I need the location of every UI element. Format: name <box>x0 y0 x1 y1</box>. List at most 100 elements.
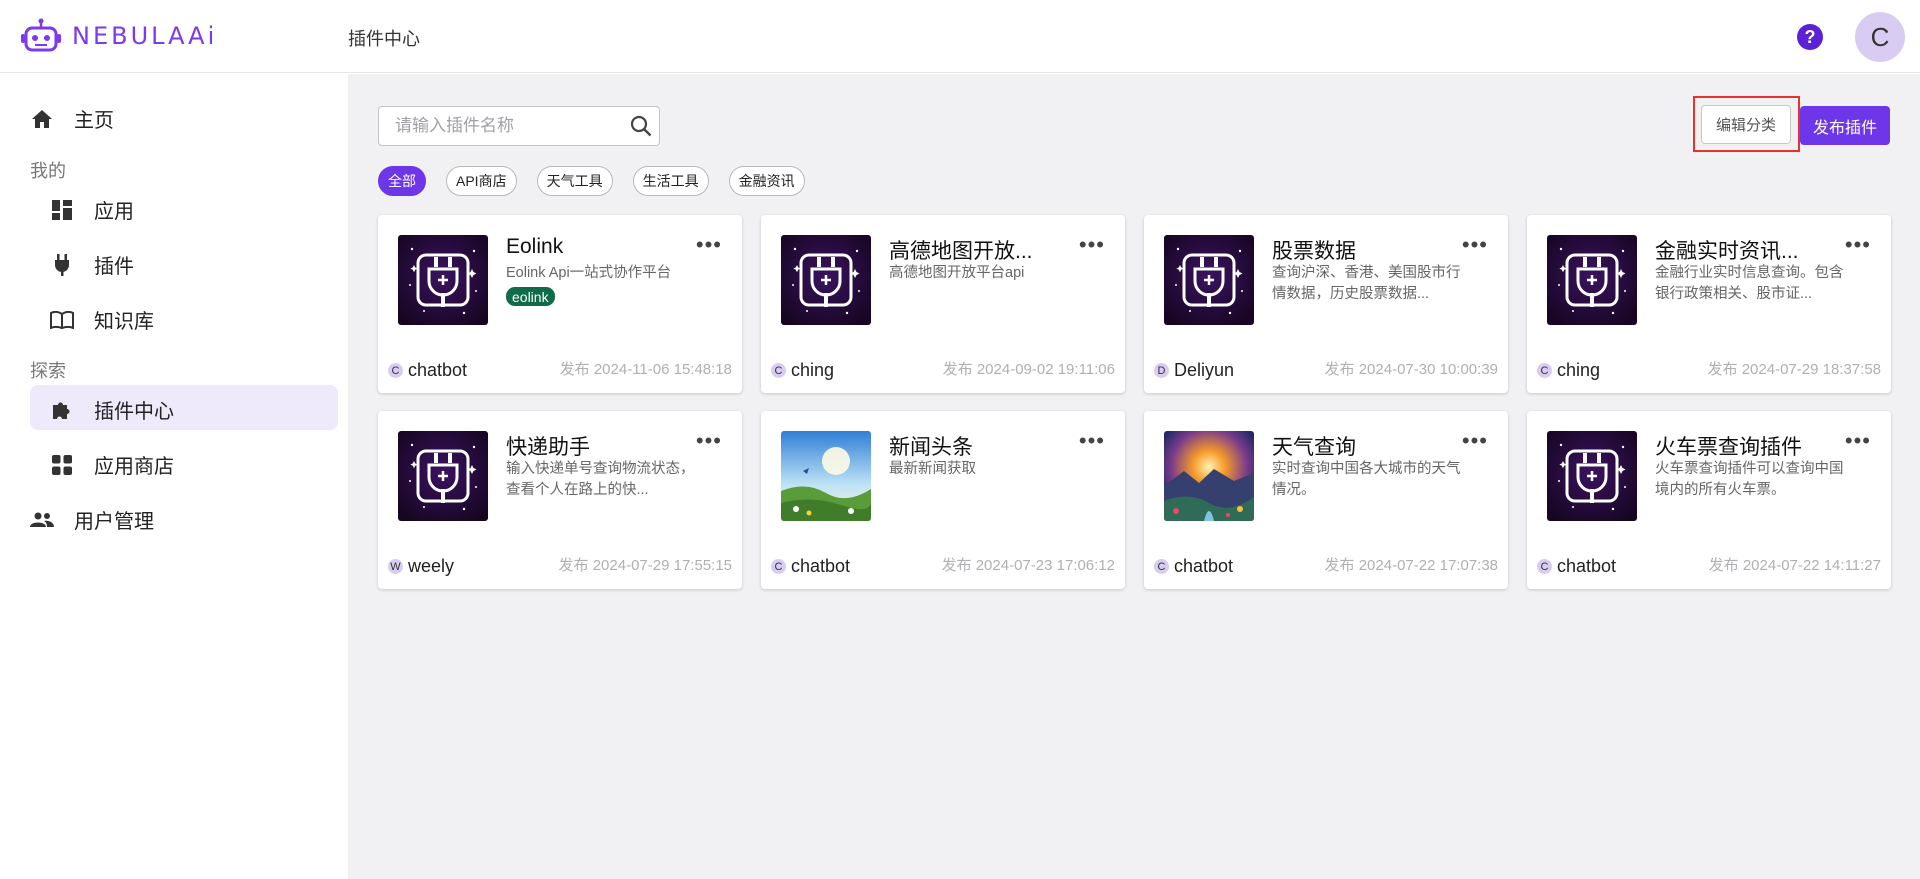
author-avatar: C <box>771 559 786 574</box>
author-avatar: C <box>388 363 403 378</box>
plugin-description: Eolink Api一站式协作平台 <box>506 265 672 281</box>
sidebar-item-label: 应用商店 <box>94 456 174 478</box>
sidebar: 主页 我的 应用 插件 知识库 探索 插件中心 应用商店 用户管理 <box>0 74 348 879</box>
author-avatar: C <box>771 363 786 378</box>
publish-date: 发布 2024-07-23 17:06:12 <box>941 557 1115 574</box>
sidebar-item-app-store[interactable]: 应用商店 <box>50 450 174 479</box>
author-avatar: C <box>1154 559 1169 574</box>
author-name: chatbot <box>408 360 468 380</box>
plugin-author: C chatbot <box>771 556 850 577</box>
logo-text: NEBULAAi <box>72 22 218 50</box>
author-name: weely <box>408 556 455 576</box>
plugin-card[interactable]: 新闻头条 最新新闻获取 ••• C chatbot 发布 2024-07-23 … <box>761 411 1125 589</box>
chip-weather-tools[interactable]: 天气工具 <box>536 166 613 196</box>
publish-date: 发布 2024-07-22 14:11:27 <box>1708 557 1881 574</box>
plugin-description: 输入快递单号查询物流状态，查看个人在路上的快... <box>506 461 695 498</box>
plugin-title: 火车票查询插件 <box>1655 436 1802 459</box>
plugin-author: C chatbot <box>1537 556 1616 577</box>
plugin-thumbnail-image <box>1164 431 1254 521</box>
author-name: ching <box>791 360 835 380</box>
puzzle-icon <box>50 398 74 422</box>
more-options-icon[interactable]: ••• <box>1462 430 1488 452</box>
chip-life-tools[interactable]: 生活工具 <box>632 166 709 196</box>
plugin-thumbnail <box>398 431 488 521</box>
more-options-icon[interactable]: ••• <box>1462 234 1488 256</box>
chip-all[interactable]: 全部 <box>378 166 426 196</box>
page-title: 插件中心 <box>348 29 420 49</box>
sidebar-item-label: 知识库 <box>94 311 154 333</box>
author-avatar: C <box>1537 559 1552 574</box>
more-options-icon[interactable]: ••• <box>1845 234 1871 256</box>
sidebar-item-label: 插件 <box>94 256 134 278</box>
plugin-grid: Eolink Eolink Api一站式协作平台 eolink ••• C ch… <box>378 215 1891 589</box>
search-box <box>378 106 660 146</box>
plugin-card[interactable]: 火车票查询插件 火车票查询插件可以查询中国境内的所有火车票。 ••• C cha… <box>1527 411 1891 589</box>
author-avatar: C <box>1537 363 1552 378</box>
users-icon <box>30 508 54 532</box>
user-avatar[interactable]: C <box>1855 12 1905 62</box>
plugin-title: 高德地图开放... <box>889 240 1033 263</box>
plugin-description: 高德地图开放平台api <box>889 265 1025 281</box>
author-avatar: D <box>1154 363 1169 378</box>
main-content: 编辑分类 发布插件 全部 API商店 天气工具 生活工具 金融资讯 Eolink… <box>348 74 1920 879</box>
plugin-card[interactable]: 天气查询 实时查询中国各大城市的天气情况。 ••• C chatbot 发布 2… <box>1144 411 1508 589</box>
plugin-description: 实时查询中国各大城市的天气情况。 <box>1272 461 1461 498</box>
edit-category-button[interactable]: 编辑分类 <box>1701 105 1791 144</box>
plugin-card[interactable]: Eolink Eolink Api一站式协作平台 eolink ••• C ch… <box>378 215 742 393</box>
plugin-thumbnail <box>781 235 871 325</box>
plugin-author: C chatbot <box>388 360 467 381</box>
publish-date: 发布 2024-09-02 19:11:06 <box>942 361 1115 378</box>
search-input[interactable] <box>379 107 623 145</box>
publish-date: 发布 2024-07-22 17:07:38 <box>1324 557 1498 574</box>
plugin-author: C ching <box>1537 360 1600 381</box>
more-options-icon[interactable]: ••• <box>1079 430 1105 452</box>
category-filter: 全部 API商店 天气工具 生活工具 金融资讯 <box>378 166 805 196</box>
plugin-thumbnail <box>1164 235 1254 325</box>
search-icon[interactable] <box>623 107 659 145</box>
plugin-thumbnail <box>398 235 488 325</box>
help-icon[interactable]: ? <box>1797 24 1823 50</box>
plugin-description: 查询沪深、香港、美国股市行情数据，历史股票数据... <box>1272 265 1461 302</box>
app-logo[interactable]: NEBULAAi <box>20 18 217 54</box>
grid-icon <box>50 453 74 477</box>
chip-finance-news[interactable]: 金融资讯 <box>728 166 805 196</box>
plugin-author: C ching <box>771 360 834 381</box>
plugin-title: 新闻头条 <box>889 436 973 459</box>
author-name: Deliyun <box>1174 360 1235 380</box>
plugin-card[interactable]: 金融实时资讯... 金融行业实时信息查询。包含银行政策相关、股市证... •••… <box>1527 215 1891 393</box>
top-header: NEBULAAi 插件中心 ? C <box>0 0 1920 73</box>
plugin-title: Eolink <box>506 235 564 258</box>
sidebar-item-label: 插件中心 <box>94 401 174 423</box>
sidebar-item-home[interactable]: 主页 <box>30 104 114 133</box>
plugin-author: C chatbot <box>1154 556 1233 577</box>
author-name: ching <box>1557 360 1601 380</box>
plugin-card[interactable]: 股票数据 查询沪深、香港、美国股市行情数据，历史股票数据... ••• D De… <box>1144 215 1508 393</box>
more-options-icon[interactable]: ••• <box>1845 430 1871 452</box>
plugin-tag: eolink <box>506 287 555 306</box>
publish-plugin-button[interactable]: 发布插件 <box>1800 106 1890 145</box>
chip-api-store[interactable]: API商店 <box>446 166 517 196</box>
plugin-card[interactable]: 高德地图开放... 高德地图开放平台api ••• C ching 发布 202… <box>761 215 1125 393</box>
plugin-description: 金融行业实时信息查询。包含银行政策相关、股市证... <box>1655 265 1844 302</box>
author-name: chatbot <box>1174 556 1234 576</box>
sidebar-item-plugins[interactable]: 插件 <box>50 250 134 279</box>
more-options-icon[interactable]: ••• <box>1079 234 1105 256</box>
author-name: chatbot <box>791 556 851 576</box>
dashboard-icon <box>50 198 74 222</box>
more-options-icon[interactable]: ••• <box>696 430 722 452</box>
more-options-icon[interactable]: ••• <box>696 234 722 256</box>
author-name: chatbot <box>1557 556 1617 576</box>
home-icon <box>30 107 54 131</box>
sidebar-item-apps[interactable]: 应用 <box>50 195 134 224</box>
plugin-title: 天气查询 <box>1272 436 1356 459</box>
sidebar-item-user-management[interactable]: 用户管理 <box>30 505 154 534</box>
sidebar-item-knowledge[interactable]: 知识库 <box>50 305 154 334</box>
plugin-title: 快递助手 <box>506 436 590 459</box>
publish-date: 发布 2024-07-29 17:55:15 <box>558 557 732 574</box>
plugin-author: D Deliyun <box>1154 360 1234 381</box>
plug-icon <box>50 253 74 277</box>
plugin-card[interactable]: 快递助手 输入快递单号查询物流状态，查看个人在路上的快... ••• W wee… <box>378 411 742 589</box>
nav-group-explore: 探索 <box>30 361 66 381</box>
sidebar-item-plugin-center[interactable]: 插件中心 <box>50 395 174 424</box>
sidebar-item-label: 应用 <box>94 201 134 223</box>
